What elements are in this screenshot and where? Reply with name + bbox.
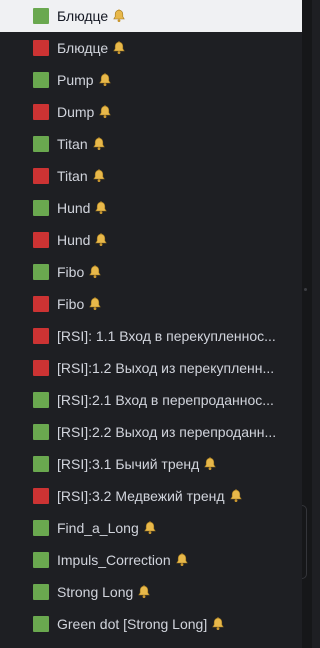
- green-color-swatch: [33, 424, 49, 440]
- red-color-swatch: [33, 488, 49, 504]
- green-color-swatch: [33, 520, 49, 536]
- alert-item-label: Блюдце: [57, 8, 109, 24]
- bell-icon: [211, 617, 225, 631]
- alert-item[interactable]: Hund: [0, 224, 302, 256]
- alert-item[interactable]: [RSI]:2.1 Вход в перепроданнос...: [0, 384, 302, 416]
- alert-item-label: Pump: [57, 72, 94, 88]
- alert-item-label: Find_a_Long: [57, 520, 139, 536]
- green-color-swatch: [33, 72, 49, 88]
- bell-icon: [88, 297, 102, 311]
- bell-icon: [92, 169, 106, 183]
- alert-item-label: Green dot [Strong Long]: [57, 616, 208, 632]
- alert-item-label: Titan: [57, 168, 88, 184]
- bell-icon: [112, 41, 126, 55]
- green-color-swatch: [33, 392, 49, 408]
- bell-icon: [143, 521, 157, 535]
- alert-item-label: Dump: [57, 104, 95, 120]
- background-chart-edge: [302, 0, 312, 648]
- bell-icon: [94, 233, 108, 247]
- red-color-swatch: [33, 360, 49, 376]
- bell-icon: [229, 489, 243, 503]
- alert-item-label: [RSI]: 1.1 Вход в перекупленнос...: [57, 328, 276, 344]
- bell-icon: [112, 9, 126, 23]
- alert-item[interactable]: Green dot [Strong Long]: [0, 608, 302, 640]
- alert-item[interactable]: Titan: [0, 128, 302, 160]
- green-color-swatch: [33, 584, 49, 600]
- alert-item[interactable]: Impuls_Correction: [0, 544, 302, 576]
- alert-item-label: Titan: [57, 136, 88, 152]
- alert-item-label: Hund: [57, 200, 91, 216]
- alert-item[interactable]: Strong Long: [0, 576, 302, 608]
- alert-item[interactable]: Fibo: [0, 256, 302, 288]
- alert-item[interactable]: Titan: [0, 160, 302, 192]
- green-color-swatch: [33, 8, 49, 24]
- alert-item-label: Strong Long: [57, 584, 134, 600]
- red-color-swatch: [33, 296, 49, 312]
- alert-item-label: Блюдце: [57, 40, 109, 56]
- alert-item[interactable]: Dump: [0, 96, 302, 128]
- alert-item-label: [RSI]:3.2 Медвежий тренд: [57, 488, 225, 504]
- alert-item-label: Fibo: [57, 264, 85, 280]
- bell-icon: [175, 553, 189, 567]
- green-color-swatch: [33, 616, 49, 632]
- alert-item-label: Hund: [57, 232, 91, 248]
- alert-item[interactable]: [RSI]:3.2 Медвежий тренд: [0, 480, 302, 512]
- alert-item-label: [RSI]:2.2 Выход из перепроданн...: [57, 424, 277, 440]
- green-color-swatch: [33, 456, 49, 472]
- alert-list: Блюдце Блюдце Pump Dump Titan Titan Hund Hund Fi…: [0, 0, 302, 640]
- green-color-swatch: [33, 552, 49, 568]
- alert-item[interactable]: Pump: [0, 64, 302, 96]
- alert-item[interactable]: Find_a_Long: [0, 512, 302, 544]
- green-color-swatch: [33, 136, 49, 152]
- alert-item-label: [RSI]:1.2 Выход из перекупленн...: [57, 360, 275, 376]
- green-color-swatch: [33, 200, 49, 216]
- alert-dropdown-menu: Блюдце Блюдце Pump Dump Titan Titan Hund Hund Fi…: [0, 0, 302, 648]
- bell-icon: [98, 105, 112, 119]
- alert-item-label: Impuls_Correction: [57, 552, 171, 568]
- alert-item-label: [RSI]:3.1 Бычий тренд: [57, 456, 200, 472]
- alert-item[interactable]: [RSI]:1.2 Выход из перекупленн...: [0, 352, 302, 384]
- bell-icon: [98, 73, 112, 87]
- scroll-dot: [304, 288, 307, 291]
- bell-icon: [203, 457, 217, 471]
- green-color-swatch: [33, 264, 49, 280]
- alert-item[interactable]: Fibo: [0, 288, 302, 320]
- alert-item[interactable]: [RSI]:2.2 Выход из перепроданн...: [0, 416, 302, 448]
- alert-item[interactable]: Hund: [0, 192, 302, 224]
- bell-icon: [92, 137, 106, 151]
- bell-icon: [94, 201, 108, 215]
- red-color-swatch: [33, 40, 49, 56]
- red-color-swatch: [33, 328, 49, 344]
- bell-icon: [137, 585, 151, 599]
- alert-item[interactable]: [RSI]: 1.1 Вход в перекупленнос...: [0, 320, 302, 352]
- alert-item-label: [RSI]:2.1 Вход в перепроданнос...: [57, 392, 274, 408]
- alert-item[interactable]: [RSI]:3.1 Бычий тренд: [0, 448, 302, 480]
- red-color-swatch: [33, 232, 49, 248]
- red-color-swatch: [33, 104, 49, 120]
- bell-icon: [88, 265, 102, 279]
- alert-item-label: Fibo: [57, 296, 85, 312]
- alert-item[interactable]: Блюдце: [0, 0, 302, 32]
- panel-edge: [302, 505, 307, 579]
- alert-item[interactable]: Блюдце: [0, 32, 302, 64]
- red-color-swatch: [33, 168, 49, 184]
